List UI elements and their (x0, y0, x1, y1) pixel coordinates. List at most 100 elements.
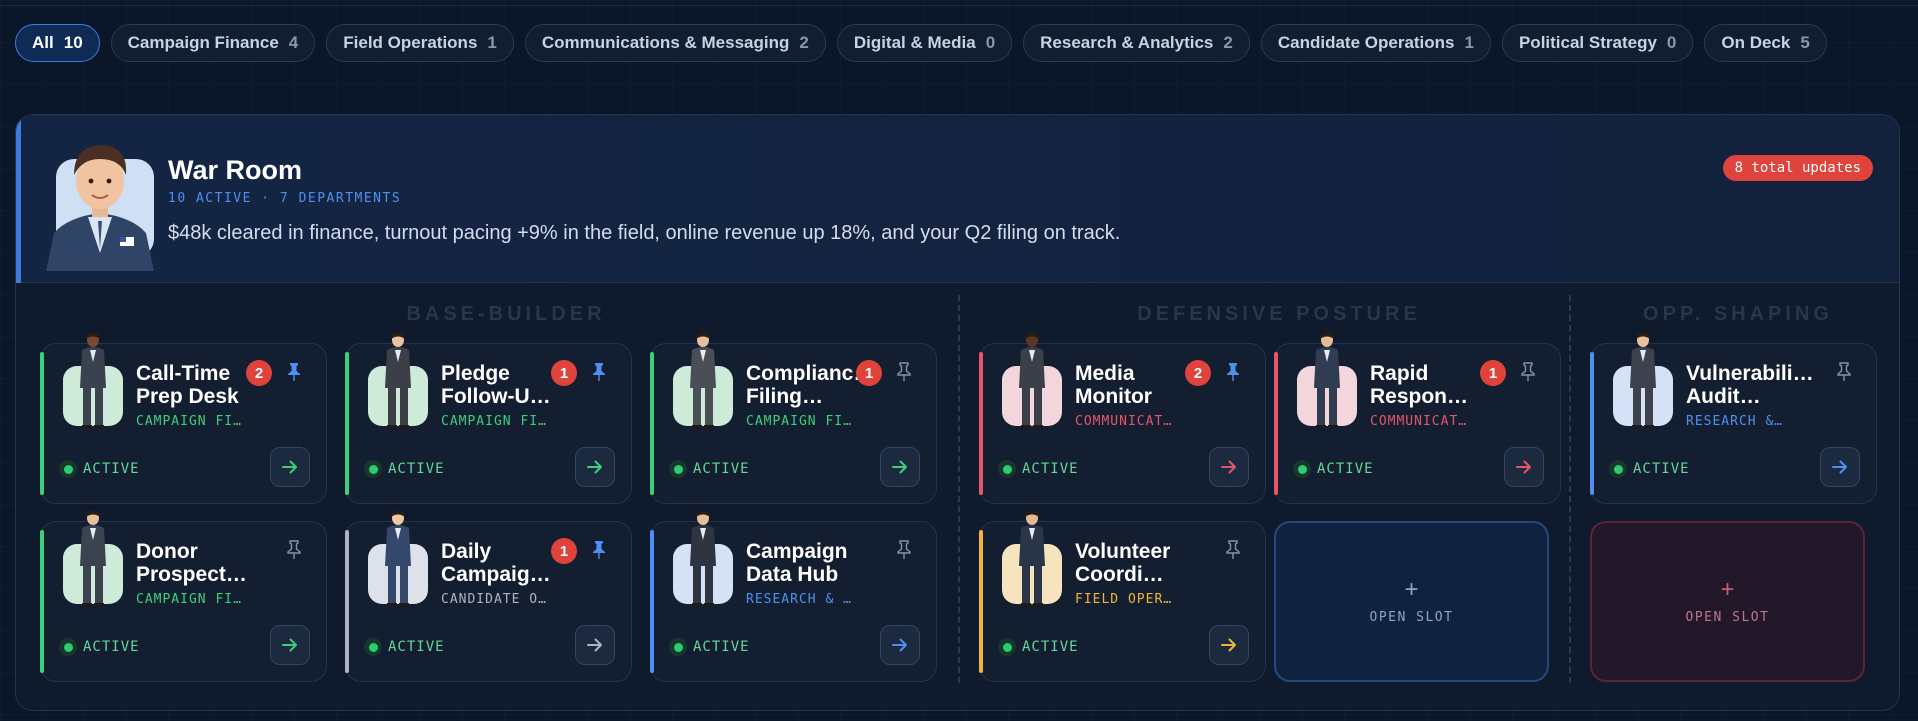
pin-icon[interactable] (286, 362, 302, 382)
agent-name: Vulnerabili… Audit… (1686, 362, 1814, 408)
agent-department: CAMPAIGN FI… (746, 414, 852, 429)
agent-card[interactable]: Complianc… Filing… CAMPAIGN FI… 1 ACTIVE (650, 332, 937, 504)
agent-card[interactable]: Rapid Respon… COMMUNICAT… 1 ACTIVE (1274, 332, 1561, 504)
agent-department: FIELD OPER… (1075, 592, 1173, 607)
agent-department: CAMPAIGN FI… (136, 414, 242, 429)
open-agent-button[interactable] (1504, 447, 1544, 487)
open-agent-button[interactable] (1209, 625, 1249, 665)
status-text: ACTIVE (388, 639, 445, 655)
tab-count: 5 (1800, 33, 1810, 52)
agent-card[interactable]: Volunteer Coordi… FIELD OPER… ACTIVE (979, 510, 1266, 682)
status-indicator: ACTIVE (669, 638, 750, 656)
tab-on-deck[interactable]: On Deck 5 (1704, 24, 1827, 62)
tab-label: Candidate Operations (1277, 33, 1455, 52)
status-indicator: ACTIVE (998, 638, 1079, 656)
agent-department: RESEARCH &… (1686, 414, 1784, 429)
open-agent-button[interactable] (1209, 447, 1249, 487)
department-color-bar (979, 352, 983, 495)
agent-name: Volunteer Coordi… (1075, 540, 1171, 586)
agent-card[interactable]: Donor Prospect… CAMPAIGN FI… ACTIVE (40, 510, 327, 682)
tab-label: Digital & Media (853, 33, 976, 52)
open-agent-button[interactable] (1820, 447, 1860, 487)
status-text: ACTIVE (1317, 461, 1374, 477)
agent-department: COMMUNICAT… (1370, 414, 1468, 429)
open-slot-opp-shaping[interactable]: + OPEN SLOT (1590, 521, 1865, 682)
agent-card[interactable]: Call-Time Prep Desk CAMPAIGN FI… 2 ACTIV… (40, 332, 327, 504)
status-text: ACTIVE (1022, 461, 1079, 477)
agent-card[interactable]: Campaign Data Hub RESEARCH & … ACTIVE (650, 510, 937, 682)
total-updates-badge[interactable]: 8 total updates (1722, 155, 1873, 181)
open-slot-label: OPEN SLOT (1685, 610, 1770, 625)
notification-badge: 1 (551, 538, 577, 564)
war-room-header: War Room 10 ACTIVE · 7 DEPARTMENTS $48k … (16, 115, 1899, 283)
tab-research-analytics[interactable]: Research & Analytics 2 (1023, 24, 1250, 62)
agent-name: Campaign Data Hub (746, 540, 848, 586)
status-text: ACTIVE (388, 461, 445, 477)
pin-icon[interactable] (896, 362, 912, 382)
tab-campaign-finance[interactable]: Campaign Finance 4 (110, 24, 316, 62)
agent-figure-icon (1019, 510, 1045, 607)
department-color-bar (1590, 352, 1594, 495)
pin-icon[interactable] (1836, 362, 1852, 382)
agent-card[interactable]: Media Monitor COMMUNICAT… 2 ACTIVE (979, 332, 1266, 504)
top-border (0, 0, 1918, 6)
notification-badge: 1 (551, 360, 577, 386)
pin-icon[interactable] (591, 362, 607, 382)
arrow-right-icon (587, 460, 602, 474)
status-text: ACTIVE (83, 639, 140, 655)
pin-icon[interactable] (896, 540, 912, 560)
pin-icon[interactable] (286, 540, 302, 560)
notification-badge: 2 (246, 360, 272, 386)
open-agent-button[interactable] (880, 447, 920, 487)
tab-communications-messaging[interactable]: Communications & Messaging 2 (524, 24, 826, 62)
department-color-bar (650, 530, 654, 673)
status-indicator: ACTIVE (59, 638, 140, 656)
status-indicator: ACTIVE (364, 460, 445, 478)
status-dot-icon (669, 460, 687, 478)
status-indicator: ACTIVE (998, 460, 1079, 478)
open-slot-defensive[interactable]: + OPEN SLOT (1274, 521, 1549, 682)
pin-icon[interactable] (1520, 362, 1536, 382)
notification-badge: 2 (1185, 360, 1211, 386)
status-dot-icon (59, 638, 77, 656)
agent-card[interactable]: Pledge Follow-U… CAMPAIGN FI… 1 ACTIVE (345, 332, 632, 504)
status-indicator: ACTIVE (669, 460, 750, 478)
candidate-portrait-icon (46, 145, 154, 271)
agent-name: Donor Prospect… (136, 540, 247, 586)
tab-label: All (32, 33, 54, 52)
open-agent-button[interactable] (880, 625, 920, 665)
tab-candidate-operations[interactable]: Candidate Operations 1 (1260, 24, 1491, 62)
arrow-right-icon (892, 460, 907, 474)
agent-figure-icon (1630, 332, 1656, 429)
arrow-right-icon (282, 638, 297, 652)
pin-icon[interactable] (1225, 362, 1241, 382)
tab-digital-media[interactable]: Digital & Media 0 (836, 24, 1013, 62)
agent-card[interactable]: Daily Campaig… CANDIDATE O… 1 ACTIVE (345, 510, 632, 682)
tab-count: 0 (985, 33, 996, 52)
arrow-right-icon (282, 460, 297, 474)
pin-icon[interactable] (1225, 540, 1241, 560)
section-title-defensive-posture: DEFENSIVE POSTURE (1137, 303, 1421, 325)
tab-label: Field Operations (343, 33, 478, 52)
arrow-right-icon (892, 638, 907, 652)
open-agent-button[interactable] (575, 625, 615, 665)
arrow-right-icon (587, 638, 602, 652)
arrow-right-icon (1516, 460, 1531, 474)
tab-all[interactable]: All 10 (15, 24, 100, 62)
agent-department: CANDIDATE O… (441, 592, 547, 607)
tab-field-operations[interactable]: Field Operations 1 (326, 24, 514, 62)
tab-label: On Deck (1721, 33, 1791, 52)
status-indicator: ACTIVE (1609, 460, 1690, 478)
agent-figure-icon (80, 332, 106, 429)
status-dot-icon (1609, 460, 1627, 478)
open-agent-button[interactable] (270, 447, 310, 487)
open-agent-button[interactable] (270, 625, 310, 665)
agent-card[interactable]: Vulnerabili… Audit… RESEARCH &… ACTIVE (1590, 332, 1877, 504)
status-dot-icon (669, 638, 687, 656)
pin-icon[interactable] (591, 540, 607, 560)
agent-figure-icon (385, 332, 411, 429)
section-divider (1569, 295, 1571, 683)
open-agent-button[interactable] (575, 447, 615, 487)
tab-political-strategy[interactable]: Political Strategy 0 (1501, 24, 1694, 62)
department-color-bar (979, 530, 983, 673)
